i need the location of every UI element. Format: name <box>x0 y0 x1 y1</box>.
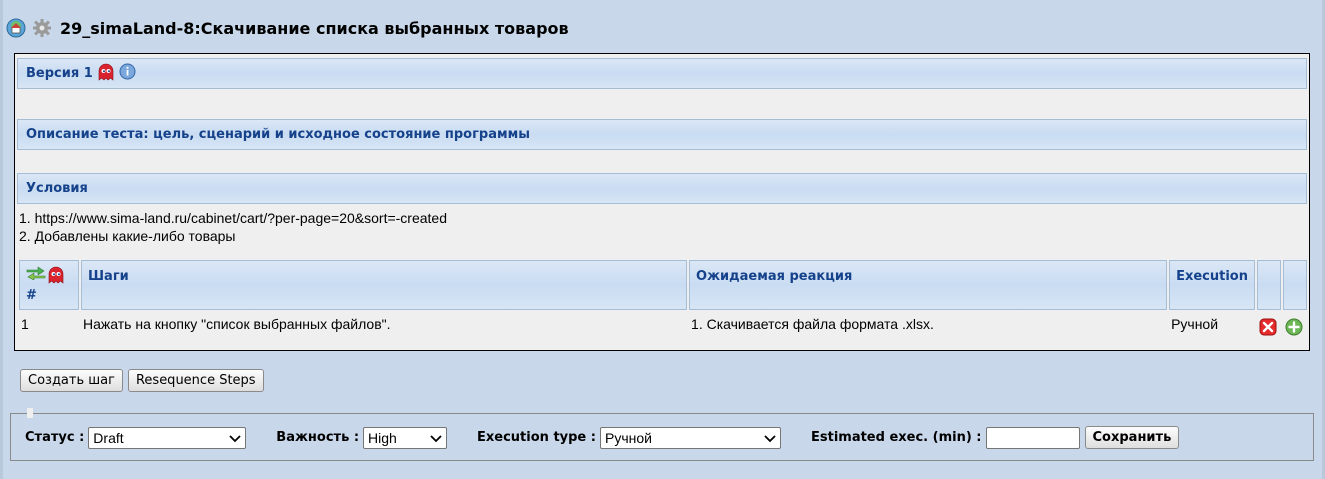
chevron-down-icon <box>229 430 241 446</box>
delete-step-cell <box>1257 310 1281 346</box>
action-column-header <box>1256 260 1281 310</box>
resequence-steps-button[interactable]: Resequence Steps <box>127 369 264 392</box>
chevron-down-icon <box>764 430 776 446</box>
importance-value: High <box>368 429 397 446</box>
ghost-icon[interactable] <box>47 266 65 288</box>
delete-icon[interactable] <box>1259 318 1277 339</box>
execution-type-value: Ручной <box>604 429 652 446</box>
add-step-cell <box>1283 310 1307 346</box>
page-title: 29_simaLand-8:Скачивание списка выбранны… <box>60 18 569 38</box>
step-execution: Ручной <box>1171 316 1219 332</box>
test-case-panel: Версия 1 Описание теста: цель, сценарий … <box>14 53 1310 351</box>
num-column-header: # <box>19 260 79 310</box>
version-header: Версия 1 <box>17 58 1307 89</box>
action-column-header <box>1282 260 1307 310</box>
step-action[interactable]: Нажать на кнопку "список выбранных файло… <box>81 310 687 346</box>
resequence-icon[interactable] <box>26 266 46 288</box>
ghost-icon[interactable] <box>97 63 115 85</box>
conditions-label: Условия <box>26 181 88 196</box>
estimated-exec-label: Estimated exec. (min) : <box>810 430 982 445</box>
title-bar: 29_simaLand-8:Скачивание списка выбранны… <box>6 14 569 42</box>
status-label: Статус : <box>25 430 85 445</box>
status-select[interactable]: Draft <box>88 426 247 449</box>
num-header-label: # <box>26 288 37 303</box>
conditions-header: Условия <box>17 173 1307 204</box>
condition-line: 2. Добавлены какие-либо товары <box>19 228 236 244</box>
test-case-properties: Статус : Draft Важность : High Execution… <box>10 408 1314 461</box>
add-icon[interactable] <box>1285 318 1303 339</box>
steps-column-header: Шаги <box>81 260 688 310</box>
steps-table: # Шаги Ожидаемая реакция Execution 1 Наж… <box>17 260 1309 346</box>
condition-line: 1. https://www.sima-land.ru/cabinet/cart… <box>19 210 447 226</box>
gear-icon[interactable] <box>32 18 52 38</box>
importance-label: Важность : <box>276 430 360 445</box>
info-icon[interactable] <box>119 63 136 84</box>
status-value: Draft <box>93 429 124 446</box>
description-header: Описание теста: цель, сценарий и исходно… <box>17 119 1307 150</box>
fieldset-legend <box>27 408 33 418</box>
table-row: 1 Нажать на кнопку "список выбранных фай… <box>19 310 1307 346</box>
execution-type-select[interactable]: Ручной <box>599 426 781 449</box>
execution-column-header: Execution <box>1169 260 1255 310</box>
home-icon[interactable] <box>6 18 26 38</box>
estimated-exec-input[interactable] <box>985 426 1080 449</box>
importance-select[interactable]: High <box>363 426 448 449</box>
conditions-text: 1. https://www.sima-land.ru/cabinet/cart… <box>19 209 1299 245</box>
window-left-edge <box>0 0 3 479</box>
step-number: 1 <box>21 316 29 332</box>
version-label: Версия 1 <box>26 66 93 81</box>
properties-row: Статус : Draft Важность : High Execution… <box>25 426 1180 449</box>
execution-type-label: Execution type : <box>477 430 596 445</box>
description-label: Описание теста: цель, сценарий и исходно… <box>26 127 530 142</box>
create-step-button[interactable]: Создать шаг <box>20 369 123 392</box>
step-actions: Создать шаг Resequence Steps <box>20 369 264 392</box>
chevron-down-icon <box>430 430 442 446</box>
expected-column-header: Ожидаемая реакция <box>689 260 1168 310</box>
step-expected[interactable]: 1. Скачивается файла формата .xlsx. <box>689 310 1167 346</box>
save-button[interactable]: Сохранить <box>1084 426 1180 449</box>
